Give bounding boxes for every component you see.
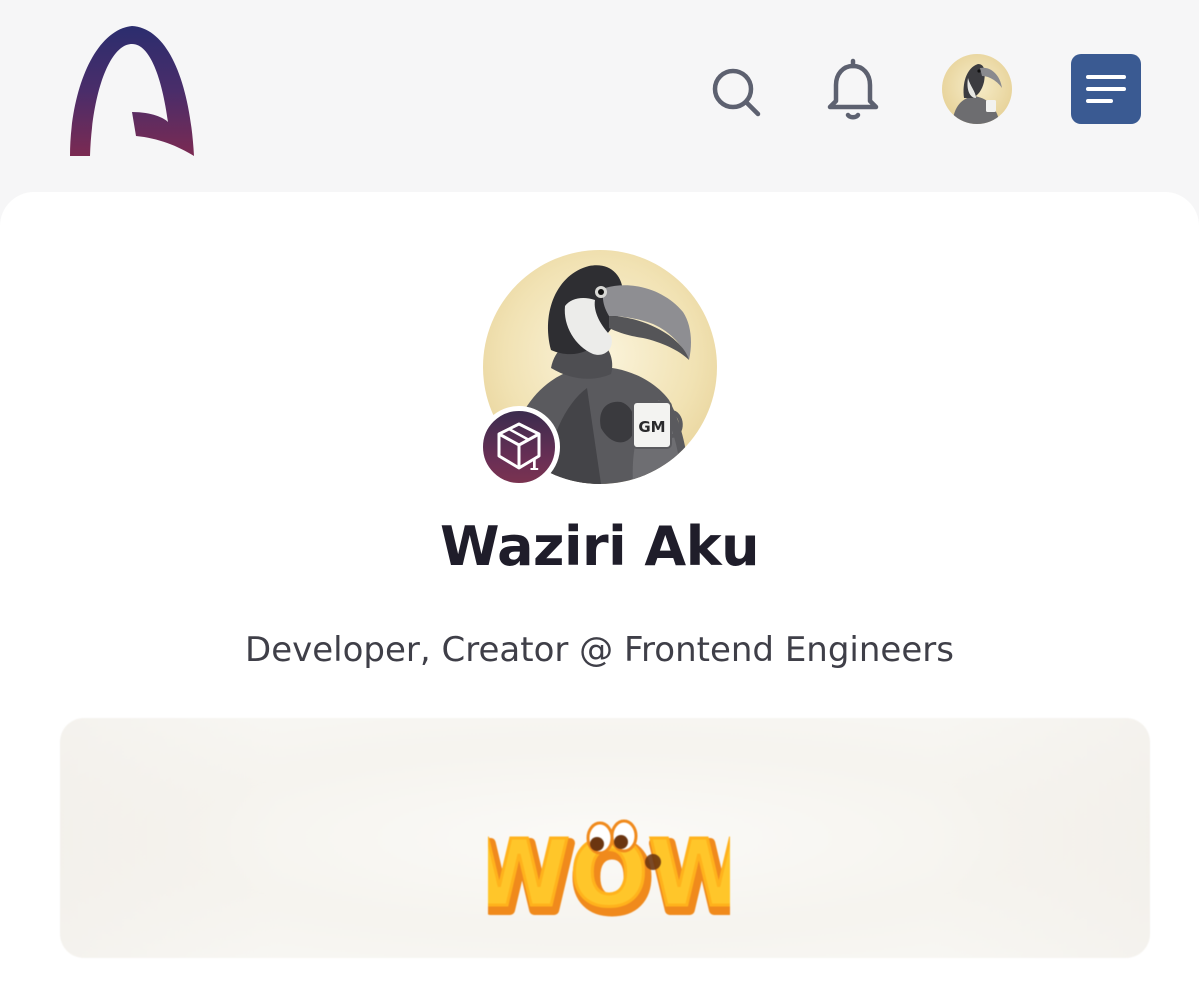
user-avatar-button[interactable]	[942, 54, 1012, 124]
notifications-button[interactable]	[822, 56, 884, 124]
menu-icon	[1086, 75, 1126, 103]
profile-bio: Developer, Creator @ Frontend Engineers	[245, 630, 954, 670]
cube-icon: 1	[497, 422, 541, 474]
profile-name: Waziri Aku	[439, 515, 760, 578]
toucan-avatar-icon	[952, 64, 1002, 124]
mug-text: GM	[638, 418, 665, 436]
profile-card: GM 1 Waziri Aku Developer, Creator @ Fro…	[0, 192, 1199, 984]
top-bar	[0, 0, 1199, 192]
nft-badge[interactable]: 1	[478, 406, 560, 488]
badge-count: 1	[529, 456, 539, 474]
profile-page: GM 1 Waziri Aku Developer, Creator @ Fro…	[0, 0, 1199, 984]
wow-sticker: WOW WOW	[488, 819, 730, 929]
media-preview[interactable]: WOW WOW	[60, 718, 1150, 958]
search-button[interactable]	[706, 62, 766, 122]
menu-button[interactable]	[1071, 54, 1141, 124]
app-logo-icon[interactable]	[66, 22, 198, 160]
bell-icon	[827, 58, 879, 120]
search-icon	[712, 68, 761, 117]
